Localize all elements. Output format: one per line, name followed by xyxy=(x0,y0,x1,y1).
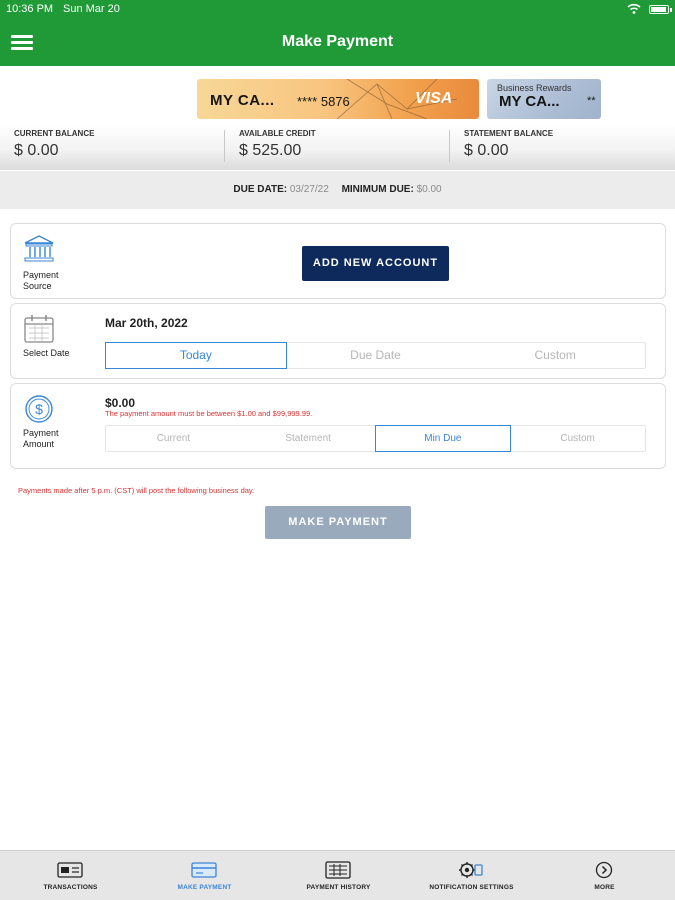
make-payment-button[interactable]: MAKE PAYMENT xyxy=(265,506,411,539)
credit-card-selected[interactable]: MY CA... **** 5876 VISA xyxy=(197,79,479,119)
amount-option-statement[interactable]: Statement xyxy=(241,426,376,451)
select-date-label: Select Date xyxy=(23,348,70,358)
battery-icon xyxy=(649,5,672,14)
amount-option-current[interactable]: Current xyxy=(106,426,241,451)
payment-source-section: Payment Source ADD NEW ACCOUNT xyxy=(10,223,666,299)
statement-balance-value: $ 0.00 xyxy=(464,142,509,159)
tab-label: TRANSACTIONS xyxy=(43,884,98,891)
card-name: MY CA... xyxy=(499,93,560,110)
divider xyxy=(224,130,225,162)
label-line: Payment xyxy=(23,428,59,438)
tab-more[interactable]: MORE xyxy=(537,851,672,900)
statement-balance-label: STATEMENT BALANCE xyxy=(464,129,554,138)
status-time: 10:36 PM xyxy=(6,3,54,15)
tab-label: NOTIFICATION SETTINGS xyxy=(429,884,514,891)
card-number: **** 5876 xyxy=(297,94,350,109)
bank-icon xyxy=(24,235,54,262)
payment-amount-error: The payment amount must be between $1.00… xyxy=(105,409,313,418)
date-option-custom[interactable]: Custom xyxy=(465,343,645,368)
current-balance-label: CURRENT BALANCE xyxy=(14,129,95,138)
date-option-selector: Today Due Date Custom xyxy=(105,342,646,369)
payment-source-label: Payment Source xyxy=(23,270,59,292)
make-payment-icon xyxy=(191,862,217,878)
minimum-due-value: $0.00 xyxy=(416,184,442,195)
due-date-label: DUE DATE: xyxy=(233,184,288,195)
tab-payment-history[interactable]: PAYMENT HISTORY xyxy=(271,851,406,900)
more-icon xyxy=(595,861,613,879)
bottom-tab-bar: TRANSACTIONS MAKE PAYMENT PAYMENT HISTOR… xyxy=(0,850,675,900)
card-brand: Business Rewards xyxy=(497,83,572,93)
tab-label: MORE xyxy=(594,884,615,891)
notification-settings-icon xyxy=(459,862,483,878)
amount-option-min-due[interactable]: Min Due xyxy=(374,425,512,452)
due-info-bar: DUE DATE: 03/27/22 MINIMUM DUE: $0.00 xyxy=(0,171,675,209)
card-name: MY CA... xyxy=(210,92,275,109)
credit-card-secondary[interactable]: Business Rewards MY CA... ** xyxy=(487,79,601,119)
svg-text:$: $ xyxy=(35,401,43,417)
status-bar: 10:36 PM Sun Mar 20 xyxy=(0,0,675,20)
select-date-section: Select Date Mar 20th, 2022 Today Due Dat… xyxy=(10,303,666,379)
payment-history-icon xyxy=(325,861,351,879)
date-option-today[interactable]: Today xyxy=(105,342,287,369)
divider xyxy=(449,130,450,162)
tab-make-payment[interactable]: MAKE PAYMENT xyxy=(137,851,272,900)
status-date: Sun Mar 20 xyxy=(63,3,120,15)
card-carousel: MY CA... **** 5876 VISA Business Rewards… xyxy=(0,66,675,124)
due-date-value: 03/27/22 xyxy=(289,184,329,195)
selected-date-value: Mar 20th, 2022 xyxy=(105,316,188,330)
tab-label: PAYMENT HISTORY xyxy=(306,884,371,891)
payment-amount-value[interactable]: $0.00 xyxy=(105,396,135,410)
tab-notification-settings[interactable]: NOTIFICATION SETTINGS xyxy=(404,851,539,900)
add-new-account-button[interactable]: ADD NEW ACCOUNT xyxy=(302,246,449,281)
payment-amount-label: Payment Amount xyxy=(23,428,59,450)
available-credit-label: AVAILABLE CREDIT xyxy=(239,129,316,138)
dollar-coin-icon: $ xyxy=(25,395,53,423)
available-credit-value: $ 525.00 xyxy=(239,142,302,159)
minimum-due-label: MINIMUM DUE: xyxy=(341,184,414,195)
wifi-icon xyxy=(627,3,641,14)
posting-notice: Payments made after 5 p.m. (CST) will po… xyxy=(18,486,255,495)
label-line: Amount xyxy=(23,439,55,449)
tab-label: MAKE PAYMENT xyxy=(177,884,232,891)
payment-amount-section: $ Payment Amount $0.00 The payment amoun… xyxy=(10,383,666,469)
amount-option-selector: Current Statement Min Due Custom xyxy=(105,425,646,452)
date-option-due-date[interactable]: Due Date xyxy=(286,343,466,368)
page-title: Make Payment xyxy=(281,33,394,50)
visa-logo: VISA xyxy=(415,90,453,107)
balance-summary: CURRENT BALANCE $ 0.00 AVAILABLE CREDIT … xyxy=(0,124,675,170)
tab-transactions[interactable]: TRANSACTIONS xyxy=(3,851,138,900)
label-line: Source xyxy=(23,281,52,291)
calendar-icon xyxy=(24,315,54,343)
amount-option-custom[interactable]: Custom xyxy=(510,426,645,451)
app-header: 10:36 PM Sun Mar 20 Make Payment xyxy=(0,0,675,66)
label-line: Payment xyxy=(23,270,59,280)
card-number: ** xyxy=(587,95,596,107)
transactions-icon xyxy=(57,862,83,878)
current-balance-value: $ 0.00 xyxy=(14,142,59,159)
